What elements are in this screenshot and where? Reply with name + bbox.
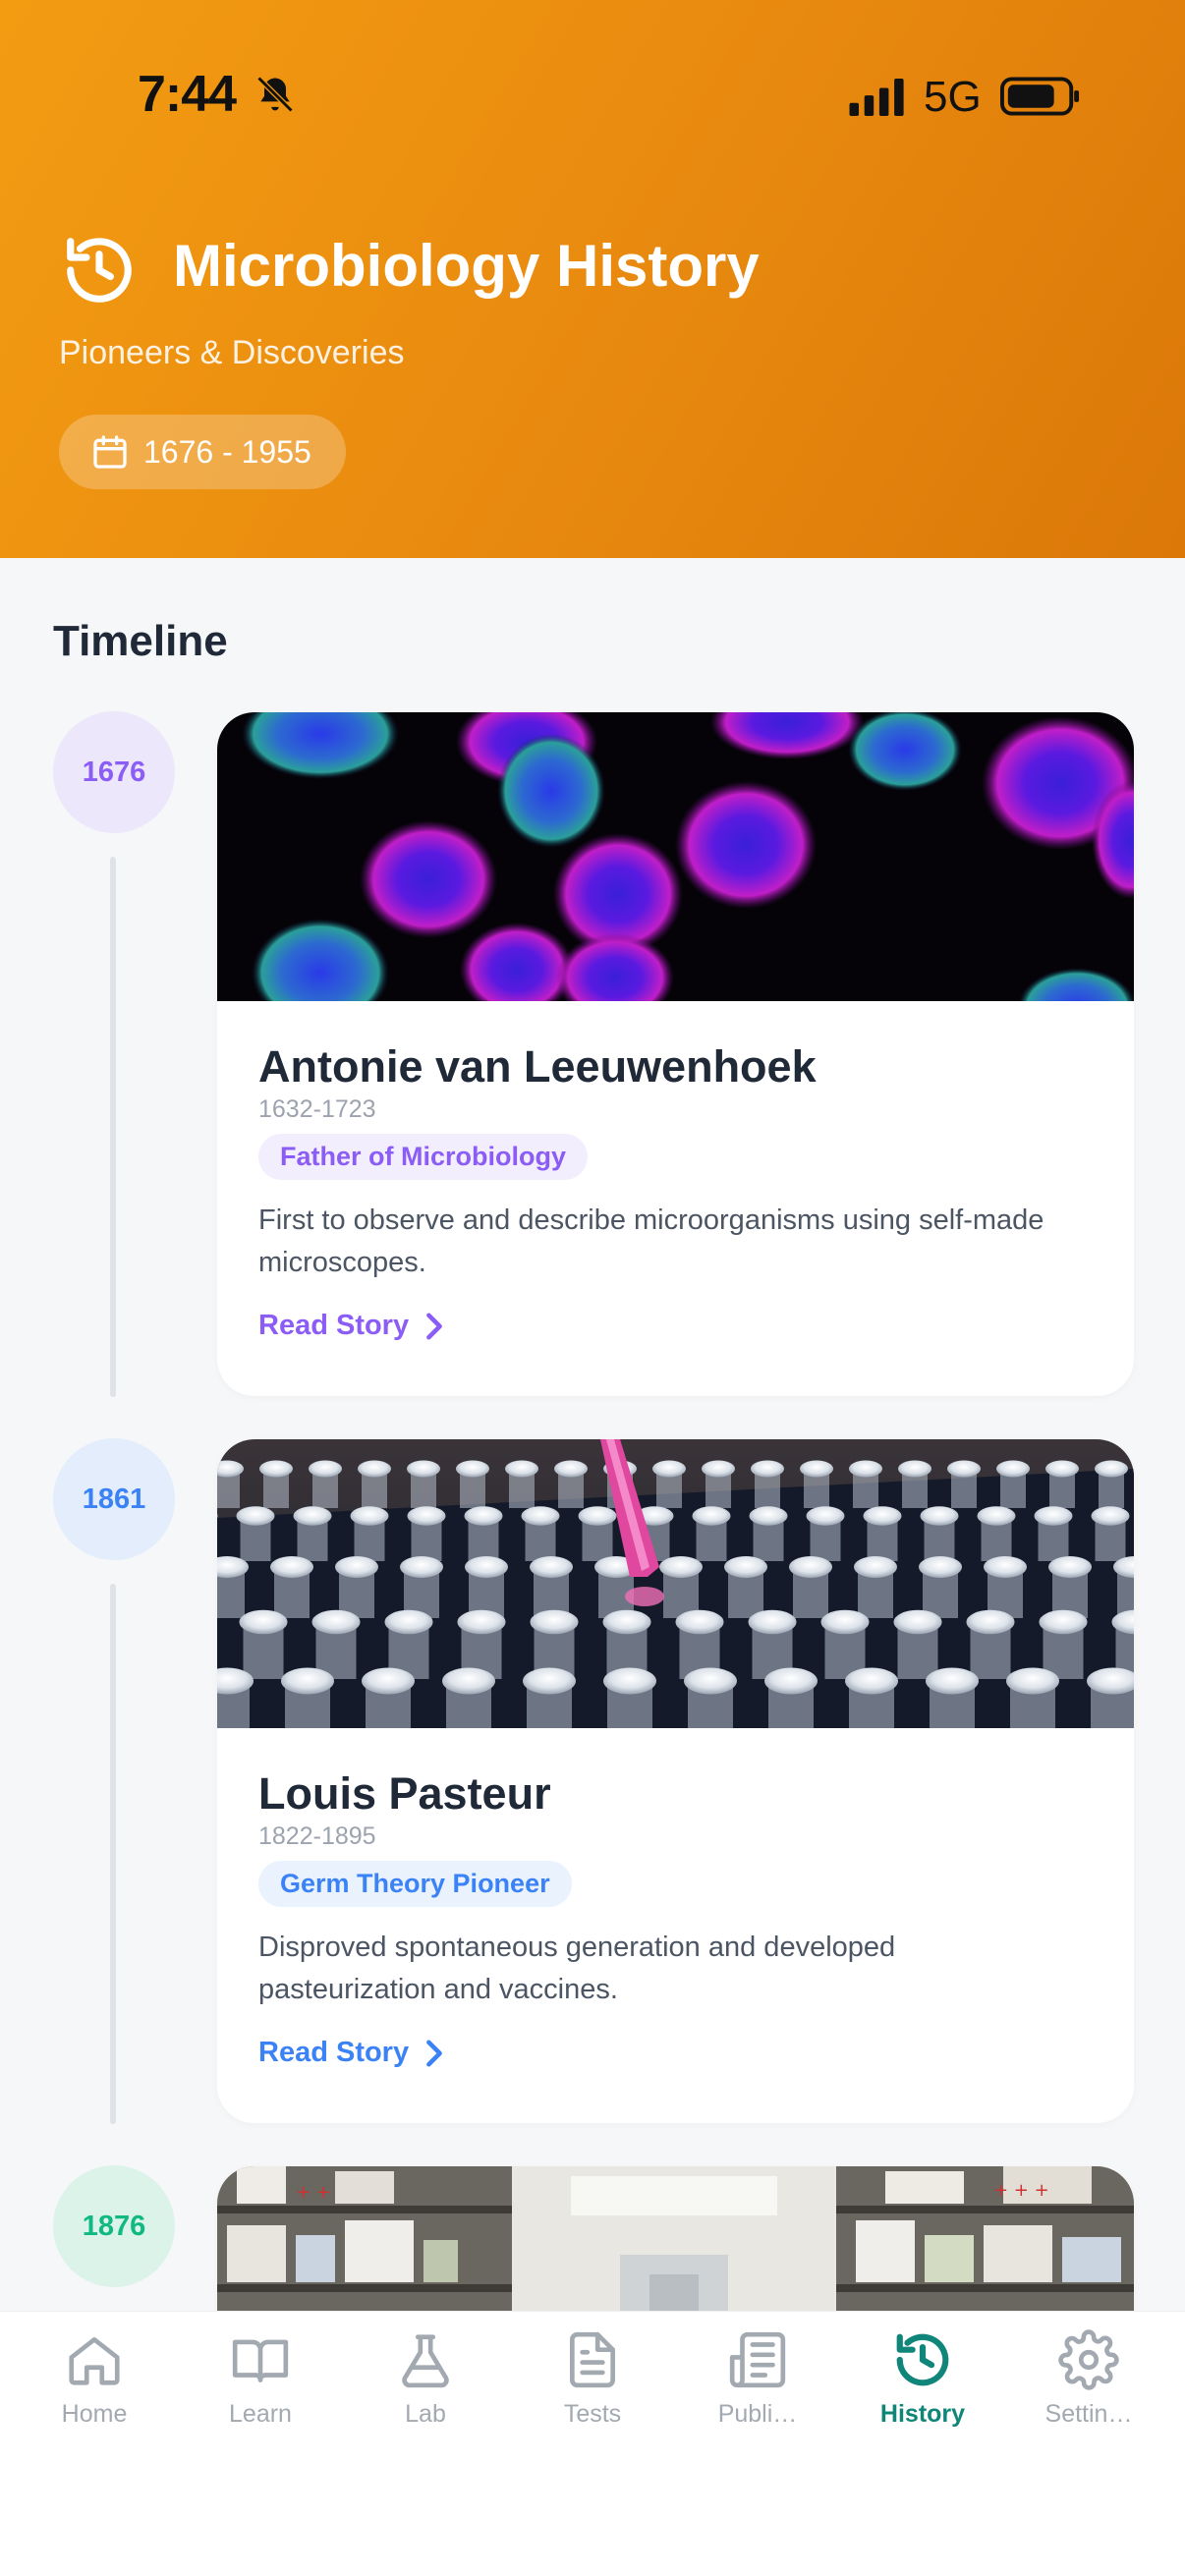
tab-publications[interactable]: Publi…: [684, 2329, 831, 2429]
read-story-link[interactable]: Read Story: [258, 2037, 446, 2069]
book-icon: [232, 2339, 289, 2382]
history-icon: [896, 2333, 949, 2386]
svg-text:+ + +: + + +: [993, 2180, 1049, 2201]
person-name: Antonie van Leeuwenhoek: [258, 1041, 817, 1092]
role-badge: Father of Microbiology: [258, 1134, 589, 1180]
date-range-label: 1676 - 1955: [143, 433, 311, 470]
read-story-label: Read Story: [258, 2037, 410, 2068]
person-name: Louis Pasteur: [258, 1768, 551, 1819]
document-icon: [570, 2331, 615, 2388]
bell-slash-icon: [256, 76, 294, 113]
tab-tests[interactable]: Tests: [519, 2329, 666, 2429]
read-story-label: Read Story: [258, 1310, 410, 1341]
calendar-icon: [93, 435, 127, 469]
tab-label: Settin…: [1044, 2400, 1133, 2428]
role-badge: Germ Theory Pioneer: [258, 1861, 572, 1907]
year-marker: 1676: [53, 711, 175, 833]
date-range-badge: 1676 - 1955: [59, 415, 346, 489]
tab-label: Tests: [563, 2400, 622, 2428]
tab-home[interactable]: Home: [21, 2329, 168, 2429]
tab-label: Home: [61, 2400, 128, 2428]
tab-settings[interactable]: Settin…: [1015, 2329, 1162, 2429]
network-label: 5G: [924, 73, 982, 121]
tab-label: History: [879, 2400, 966, 2428]
timeline-card[interactable]: Antonie van Leeuwenhoek 1632-1723 Father…: [217, 712, 1134, 1396]
person-description: Disproved spontaneous generation and dev…: [258, 1932, 896, 2005]
history-icon: [67, 238, 132, 303]
header: 7:44 5G Microbiology History Pioneers & …: [0, 0, 1185, 558]
signal-icon: [849, 79, 904, 116]
newspaper-icon: [729, 2331, 786, 2388]
chevron-right-icon: [426, 2040, 442, 2066]
person-years: 1822-1895: [258, 1822, 376, 1850]
tab-lab[interactable]: Lab: [352, 2329, 499, 2429]
person-years: 1632-1723: [258, 1095, 376, 1123]
year-marker: 1876: [53, 2165, 175, 2287]
chevron-right-icon: [426, 1313, 442, 1339]
tab-bar: Home Learn Lab Tests Publi… History Sett…: [0, 2311, 1185, 2576]
svg-text:+ +: + +: [296, 2182, 331, 2203]
gear-icon: [1058, 2329, 1119, 2390]
tab-label: Lab: [405, 2400, 446, 2428]
page-subtitle: Pioneers & Discoveries: [59, 334, 405, 371]
home-icon: [69, 2337, 120, 2385]
timeline-connector: [110, 1584, 116, 2124]
tab-label: Publi…: [717, 2400, 798, 2428]
timeline-card[interactable]: Louis Pasteur 1822-1895 Germ Theory Pion…: [217, 1439, 1134, 2123]
fluorescent-cells-image: [217, 712, 1134, 1001]
tab-label: Learn: [229, 2400, 292, 2428]
flask-icon: [402, 2334, 449, 2388]
person-description: First to observe and describe microorgan…: [258, 1204, 1044, 1278]
page-title: Microbiology History: [173, 233, 760, 299]
tab-learn[interactable]: Learn: [187, 2329, 334, 2429]
battery-icon: [1000, 77, 1080, 116]
pipette-tubes-image: [217, 1439, 1134, 1728]
tab-history[interactable]: History: [849, 2329, 996, 2429]
read-story-link[interactable]: Read Story: [258, 1310, 446, 1342]
timeline-connector: [110, 857, 116, 1397]
section-title: Timeline: [53, 617, 228, 665]
year-marker: 1861: [53, 1438, 175, 1560]
status-time: 7:44: [138, 66, 237, 123]
